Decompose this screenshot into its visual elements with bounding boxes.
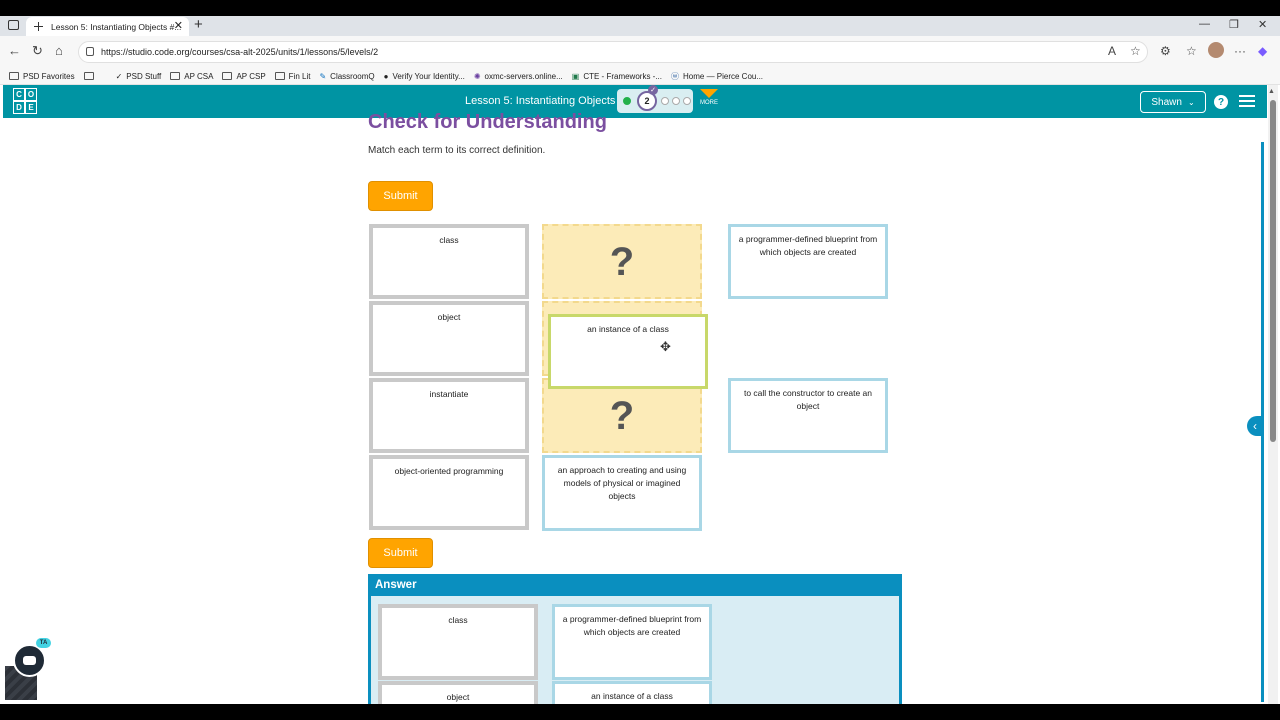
answer-definition-card: an instance of a class xyxy=(552,681,712,704)
submit-button-bottom[interactable]: Submit xyxy=(368,538,433,568)
bookmark-item[interactable]: Fin Lit xyxy=(274,72,310,81)
bookmark-item[interactable]: PSD Favorites xyxy=(9,72,75,81)
ta-badge: TA xyxy=(36,638,51,648)
bookmark-item[interactable]: ✓ PSD Stuff xyxy=(116,72,162,81)
read-aloud-icon[interactable]: A xyxy=(1108,44,1116,58)
drop-slot[interactable]: ? xyxy=(542,224,702,299)
user-menu-button[interactable]: Shawn ⌄ xyxy=(1140,91,1206,113)
bookmark-item[interactable] xyxy=(83,72,98,80)
extensions-icon[interactable]: ⚙ xyxy=(1160,44,1171,58)
definition-card[interactable]: a programmer-defined blueprint from whic… xyxy=(728,224,888,299)
move-cursor-icon: ✥ xyxy=(660,339,671,354)
code-org-header: C O D E Lesson 5: Instantiating Objects … xyxy=(3,85,1267,118)
check-icon: ✓ xyxy=(115,71,123,81)
back-icon[interactable]: ← xyxy=(8,43,21,58)
bookmark-item[interactable]: ⓦ Home — Pierce Cou... xyxy=(671,71,763,82)
scroll-up-arrow-icon[interactable]: ▲ xyxy=(1268,88,1275,95)
address-row: ← ↻ ⌂ https://studio.code.org/courses/cs… xyxy=(0,36,1280,68)
level-4-dot[interactable] xyxy=(672,97,680,105)
more-arrow-icon xyxy=(700,89,718,98)
folder-icon xyxy=(170,72,181,80)
term-card: object xyxy=(369,301,529,376)
url-text: https://studio.code.org/courses/csa-alt-… xyxy=(101,47,379,57)
server-icon: ✺ xyxy=(473,71,481,81)
sheets-icon: ▣ xyxy=(571,71,580,81)
placed-definition-card[interactable]: an approach to creating and using models… xyxy=(542,455,702,531)
bookmark-item[interactable]: ▣ CTE - Frameworks -... xyxy=(572,72,662,81)
instructions: Match each term to its correct definitio… xyxy=(368,145,546,156)
more-button[interactable]: MORE xyxy=(697,89,721,106)
submit-button-top[interactable]: Submit xyxy=(368,181,433,211)
ai-tutor-robot-icon[interactable] xyxy=(13,644,46,677)
code-org-favicon-icon xyxy=(34,22,43,31)
chevron-down-icon: ⌄ xyxy=(1187,97,1195,107)
answer-definition-card: a programmer-defined blueprint from whic… xyxy=(552,604,712,680)
page-title: Check for Understanding xyxy=(368,111,607,133)
favorites-icon[interactable]: ☆ xyxy=(1186,44,1197,58)
term-card: object-oriented programming xyxy=(369,455,529,530)
classroomq-icon: ✎ xyxy=(319,71,327,81)
home-icon[interactable]: ⌂ xyxy=(55,43,63,58)
close-window-icon[interactable]: ✕ xyxy=(1258,18,1267,31)
github-icon: ● xyxy=(383,71,389,81)
bookmarks-bar: PSD Favorites ✓ PSD Stuff AP CSA AP CSP F… xyxy=(0,68,1280,85)
level-3-dot[interactable] xyxy=(661,97,669,105)
answer-term-card: object xyxy=(378,681,538,704)
minimize-icon[interactable]: — xyxy=(1199,18,1210,30)
answer-term-card: class xyxy=(378,604,538,680)
tab-actions-icon[interactable] xyxy=(8,20,19,30)
browser-window: Lesson 5: Instantiating Objects #... ✕ +… xyxy=(0,16,1280,704)
lesson-title[interactable]: Lesson 5: Instantiating Objects xyxy=(465,95,615,107)
level-1-dot[interactable] xyxy=(623,97,631,105)
dragging-definition-card[interactable]: an instance of a class xyxy=(548,314,708,389)
tab-strip: Lesson 5: Instantiating Objects #... ✕ +… xyxy=(0,16,1280,36)
copilot-icon[interactable]: ◆ xyxy=(1258,44,1267,58)
keyboard-icon xyxy=(83,72,94,80)
close-tab-icon[interactable]: ✕ xyxy=(174,19,183,32)
expand-panel-chevron-icon[interactable]: ‹ xyxy=(1247,416,1263,436)
bookmark-item[interactable]: ✎ ClassroomQ xyxy=(319,72,374,81)
bookmark-item[interactable]: AP CSA xyxy=(170,72,213,81)
folder-icon xyxy=(9,72,19,80)
tab-title: Lesson 5: Instantiating Objects #... xyxy=(51,21,182,32)
folder-icon xyxy=(222,72,233,80)
level-progress: 2 ✓ xyxy=(617,85,693,113)
code-org-logo[interactable]: C O D E xyxy=(13,88,37,114)
site-info-icon[interactable] xyxy=(86,47,94,56)
hamburger-menu-icon[interactable] xyxy=(1239,95,1255,110)
level-5-dot[interactable] xyxy=(683,97,691,105)
definition-card[interactable]: to call the constructor to create an obj… xyxy=(728,378,888,453)
drop-slot[interactable]: ? xyxy=(542,378,702,453)
restore-icon[interactable]: ❐ xyxy=(1229,18,1239,31)
scrollbar-thumb[interactable] xyxy=(1270,100,1276,442)
bookmark-item[interactable]: AP CSP xyxy=(222,72,266,81)
favorite-star-icon[interactable]: ☆ xyxy=(1130,44,1141,58)
folder-icon xyxy=(274,72,285,80)
checkmark-icon: ✓ xyxy=(648,85,658,95)
browser-tab[interactable]: Lesson 5: Instantiating Objects #... ✕ xyxy=(26,17,189,36)
url-bar[interactable]: https://studio.code.org/courses/csa-alt-… xyxy=(78,41,1148,63)
help-icon[interactable]: ? xyxy=(1214,95,1228,109)
term-card: class xyxy=(369,224,529,299)
answer-header: Answer xyxy=(368,574,902,596)
bookmark-item[interactable]: ✺ oxmc-servers.online... xyxy=(474,72,563,81)
bookmark-item[interactable]: ● Verify Your Identity... xyxy=(384,72,465,81)
reload-icon[interactable]: ↻ xyxy=(32,43,43,59)
menu-dots-icon[interactable]: ··· xyxy=(1234,44,1246,58)
profile-avatar[interactable] xyxy=(1208,42,1224,58)
term-card: instantiate xyxy=(369,378,529,453)
new-tab-icon[interactable]: + xyxy=(194,16,203,33)
wordpress-icon: ⓦ xyxy=(671,71,679,81)
